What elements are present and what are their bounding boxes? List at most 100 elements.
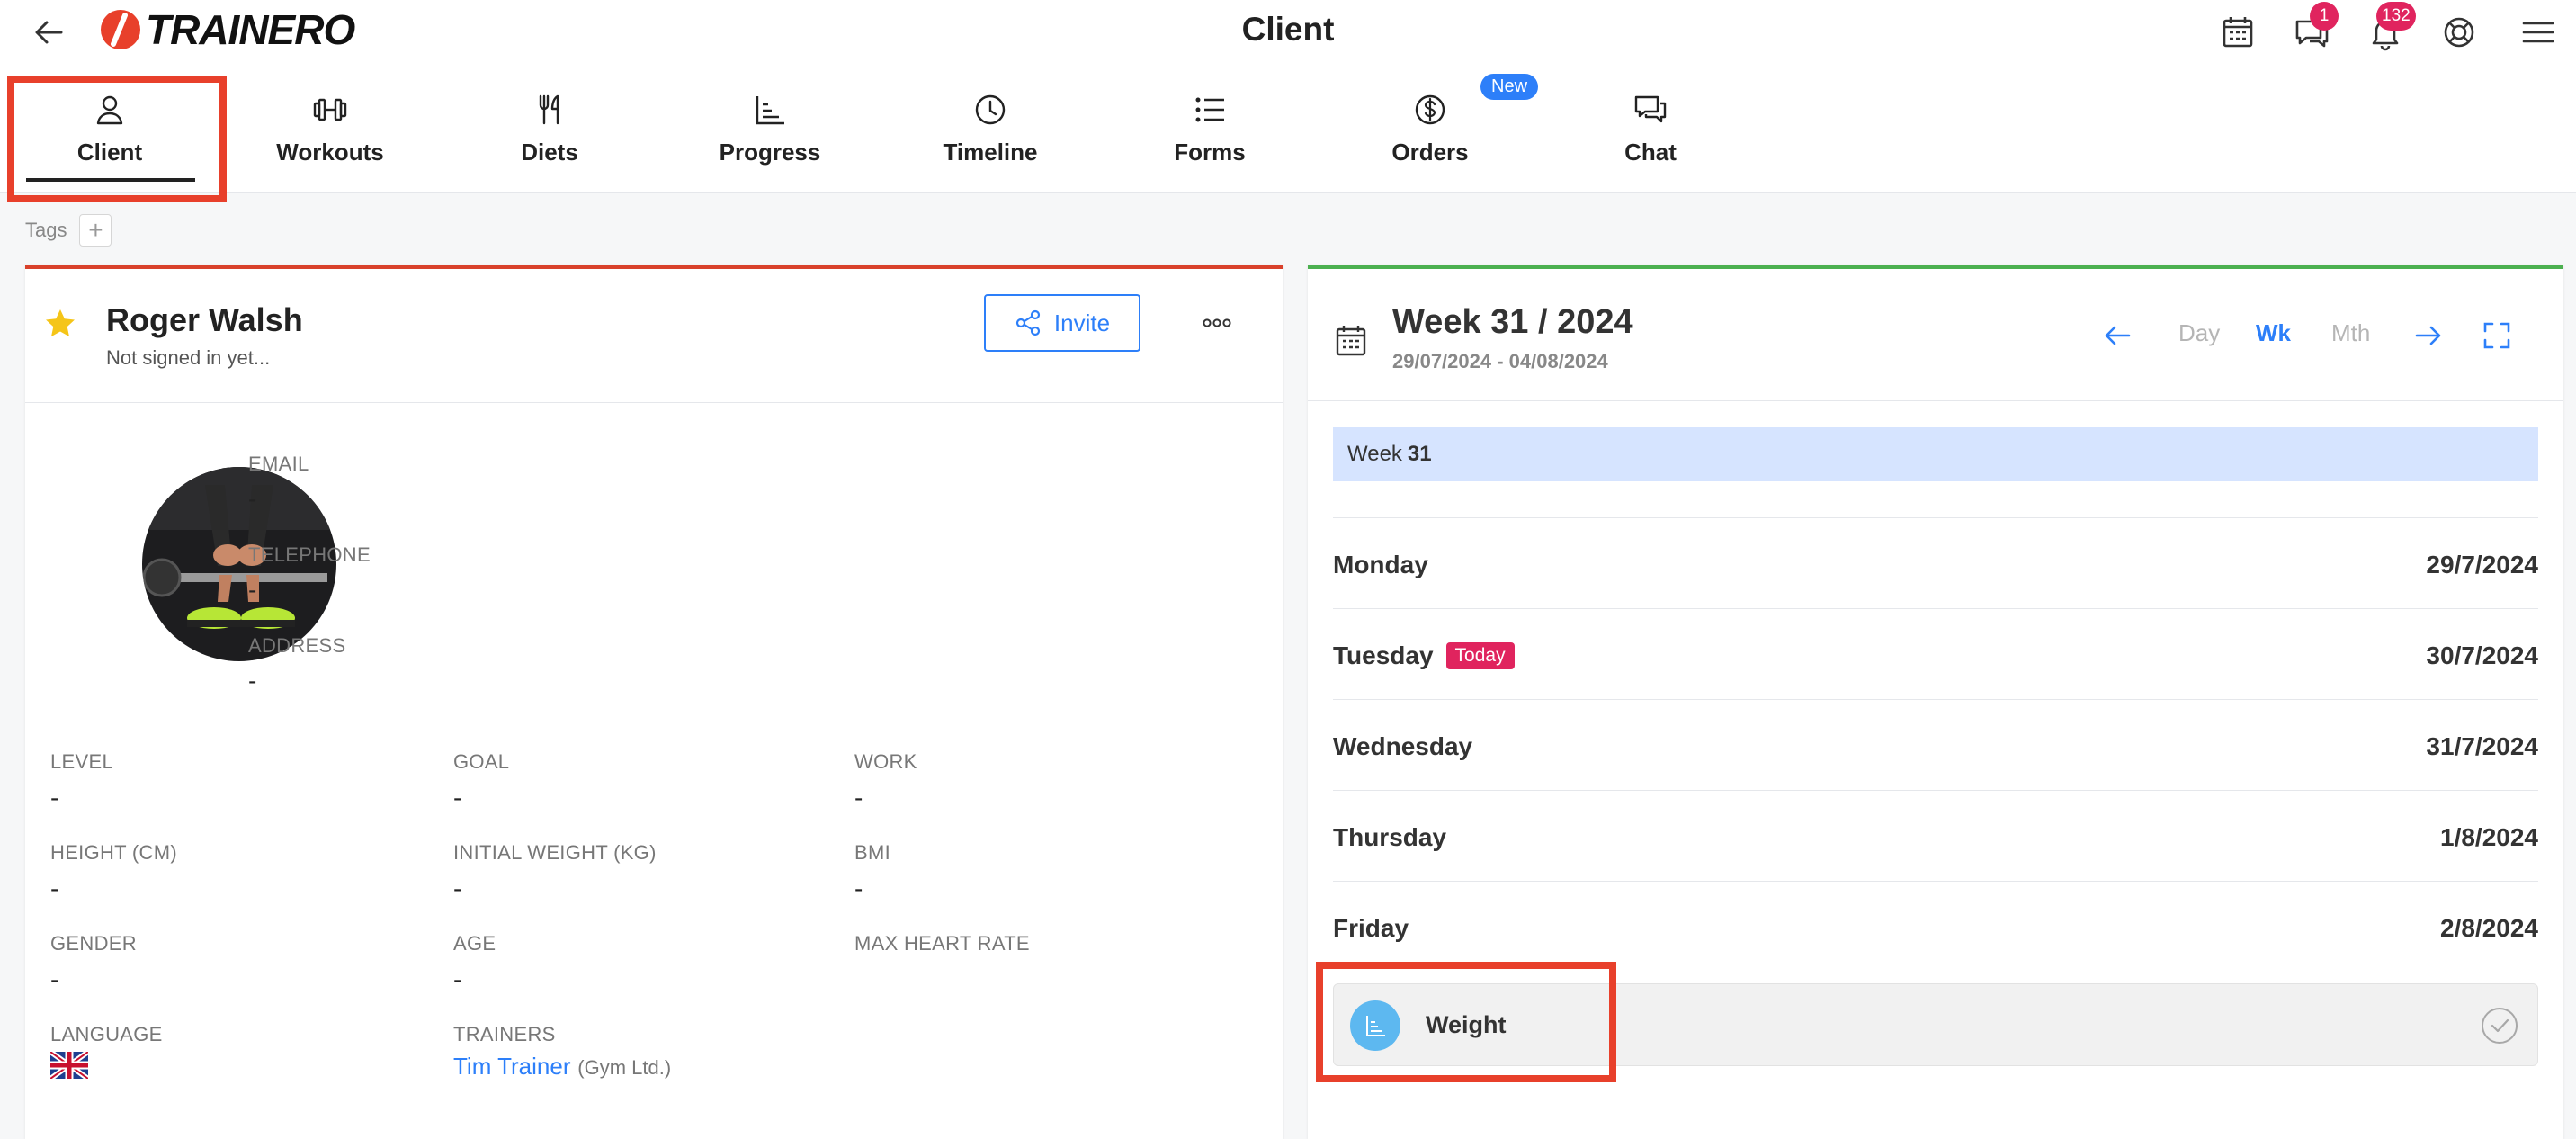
client-status: Not signed in yet... [106,346,271,369]
dollar-icon [1415,94,1445,125]
tab-label: Diets [521,139,578,166]
day-row-friday[interactable]: Friday 2/8/2024 [1333,881,2538,972]
clock-icon [975,94,1006,125]
back-arrow-icon[interactable] [29,13,68,52]
day-name: Wednesday [1333,732,1473,760]
language-label: LANGUAGE [50,1023,163,1045]
day-date: 30/7/2024 [2426,641,2538,669]
star-icon[interactable] [43,307,77,341]
divider [25,402,1283,403]
trainers-label: TRAINERS [453,1023,556,1045]
list-icon [1195,97,1224,122]
trainer-link[interactable]: Tim Trainer [453,1053,571,1080]
telephone-label: TELEPHONE [248,543,371,566]
address-label: ADDRESS [248,634,346,657]
user-icon [96,95,123,125]
messages-badge: 1 [2310,2,2339,31]
day-row-monday[interactable]: Monday 29/7/2024 [1333,517,2538,608]
next-arrow-icon[interactable] [2411,318,2446,354]
chat-icon [1634,95,1667,123]
client-name: Roger Walsh [106,301,303,338]
bmi-value: - [854,874,863,902]
max-heart-rate-label: MAX HEART RATE [854,932,1030,955]
notifications-badge: 132 [2376,2,2416,31]
age-label: AGE [453,932,496,955]
week-title: Week 31 / 2024 [1392,303,1633,341]
tab-label: Progress [719,139,821,166]
tab-client[interactable]: Client [6,63,213,193]
tab-label: Orders [1391,139,1469,166]
messages-icon[interactable]: 1 [2290,2,2339,54]
email-value: - [248,485,257,513]
day-name: Friday [1333,914,1409,942]
top-bar: TRAINERO Client 1 132 [0,0,2576,63]
day-date: 2/8/2024 [2440,914,2538,942]
trainer-org: (Gym Ltd.) [577,1056,672,1079]
check-circle-icon[interactable] [2480,1006,2519,1045]
client-profile-card: Roger Walsh Not signed in yet... Invite … [25,265,1283,1139]
initial-weight-value: - [453,874,462,902]
week-calendar-card: Week 31 / 2024 29/07/2024 - 04/08/2024 D… [1308,265,2563,1139]
week-range: 29/07/2024 - 04/08/2024 [1392,350,1608,372]
email-label: EMAIL [248,453,309,475]
telephone-value: - [248,576,257,604]
chart-icon [756,96,784,125]
view-week-button[interactable]: Wk [2256,319,2291,347]
more-options-icon[interactable] [1194,301,1239,345]
day-row-wednesday[interactable]: Wednesday 31/7/2024 [1333,699,2538,790]
view-month-button[interactable]: Mth [2331,319,2370,347]
tab-label: Workouts [276,139,384,166]
add-tag-button[interactable]: + [79,214,112,247]
tab-chat[interactable]: Chat [1547,63,1754,193]
help-lifebuoy-icon[interactable] [2437,11,2481,54]
week-number-bar: Week 31 [1333,427,2538,481]
progress-chart-icon [1350,1000,1400,1051]
level-label: LEVEL [50,750,113,773]
day-row-tuesday[interactable]: Tuesday Today 30/7/2024 [1333,608,2538,699]
tab-progress[interactable]: Progress [666,63,873,193]
initial-weight-label: INITIAL WEIGHT (KG) [453,841,657,864]
day-date: 1/8/2024 [2440,823,2538,851]
age-value: - [453,965,462,993]
address-value: - [248,667,257,695]
day-row-thursday[interactable]: Thursday 1/8/2024 [1333,790,2538,881]
level-value: - [50,784,59,812]
brand-logo[interactable]: TRAINERO [99,6,355,53]
day-name: Thursday [1333,823,1447,851]
day-date: 31/7/2024 [2426,732,2538,760]
today-badge: Today [1445,642,1515,669]
brand-name: TRAINERO [146,6,355,53]
page-title: Client [1241,11,1335,48]
day-name: Tuesday [1333,641,1434,669]
tab-label: Timeline [943,139,1038,166]
share-icon [1015,309,1041,336]
tab-workouts[interactable]: Workouts [227,63,434,193]
goal-value: - [453,784,462,812]
calendar-icon [1336,326,1366,356]
hamburger-menu-icon[interactable] [2517,11,2560,54]
gender-value: - [50,965,59,993]
view-day-button[interactable]: Day [2178,319,2220,347]
weight-task-item[interactable]: Weight [1333,983,2538,1066]
notifications-bell-icon[interactable]: 132 [2364,2,2416,54]
dumbbell-icon [313,98,347,121]
tab-label: Chat [1624,139,1677,166]
client-tabs: Client Workouts Diets Progress Timeline … [0,63,2576,193]
tab-diets[interactable]: Diets [446,63,653,193]
day-date: 29/7/2024 [2426,551,2538,578]
new-badge: New [1480,74,1539,100]
tab-forms[interactable]: Forms [1106,63,1313,193]
calendar-icon[interactable] [2216,11,2259,54]
tab-label: Client [76,139,143,166]
work-value: - [854,784,863,812]
tags-label: Tags [25,219,67,241]
invite-button[interactable]: Invite [984,294,1140,352]
bmi-label: BMI [854,841,891,864]
tab-label: Forms [1174,139,1246,166]
uk-flag-icon [50,1052,88,1079]
fullscreen-icon[interactable] [2479,318,2515,354]
tab-timeline[interactable]: Timeline [887,63,1094,193]
tags-row: Tags + [25,214,112,247]
height-label: HEIGHT (CM) [50,841,177,864]
previous-arrow-icon[interactable] [2099,318,2135,354]
